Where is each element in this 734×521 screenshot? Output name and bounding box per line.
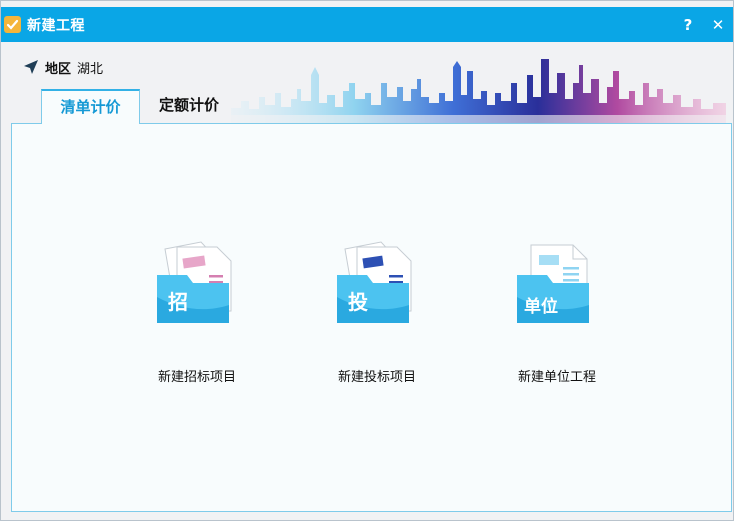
region-label: 地区 <box>45 61 72 77</box>
app-logo-icon <box>4 16 21 33</box>
new-project-window: 新建工程 ? ✕ 地区 湖北 清单计价 定额计价 招 新建招标项目 投 新建投标… <box>0 0 734 521</box>
bid-submit-glyph: 投 <box>348 290 368 314</box>
bid-invite-glyph: 招 <box>168 290 188 314</box>
new-unit-project-button[interactable]: 单位 新建单位工程 <box>482 239 632 389</box>
unit-project-glyph: 单位 <box>524 297 558 317</box>
title-bar[interactable]: 新建工程 ? ✕ <box>1 7 733 42</box>
region-selector[interactable]: 地区 湖北 <box>23 57 103 77</box>
region-value[interactable]: 湖北 <box>77 58 103 77</box>
new-bid-submit-project-label: 新建投标项目 <box>337 370 416 385</box>
unit-project-folder-icon <box>517 244 589 323</box>
new-bid-submit-project-button[interactable]: 投 新建投标项目 <box>302 239 452 389</box>
new-bid-invite-project-button[interactable]: 招 新建招标项目 <box>122 239 272 389</box>
city-skyline-banner <box>231 59 726 123</box>
tab-bill-pricing[interactable]: 清单计价 <box>41 89 140 124</box>
new-bid-invite-project-label: 新建招标项目 <box>157 370 236 385</box>
help-button[interactable]: ? <box>678 15 698 35</box>
new-unit-project-label: 新建单位工程 <box>517 370 596 385</box>
window-title: 新建工程 <box>27 18 85 34</box>
location-arrow-icon <box>24 60 38 74</box>
close-button[interactable]: ✕ <box>708 15 728 35</box>
tab-content-panel: 招 新建招标项目 投 新建投标项目 单位 新建单位工程 <box>11 123 732 512</box>
tab-quota-pricing[interactable]: 定额计价 <box>144 89 234 124</box>
